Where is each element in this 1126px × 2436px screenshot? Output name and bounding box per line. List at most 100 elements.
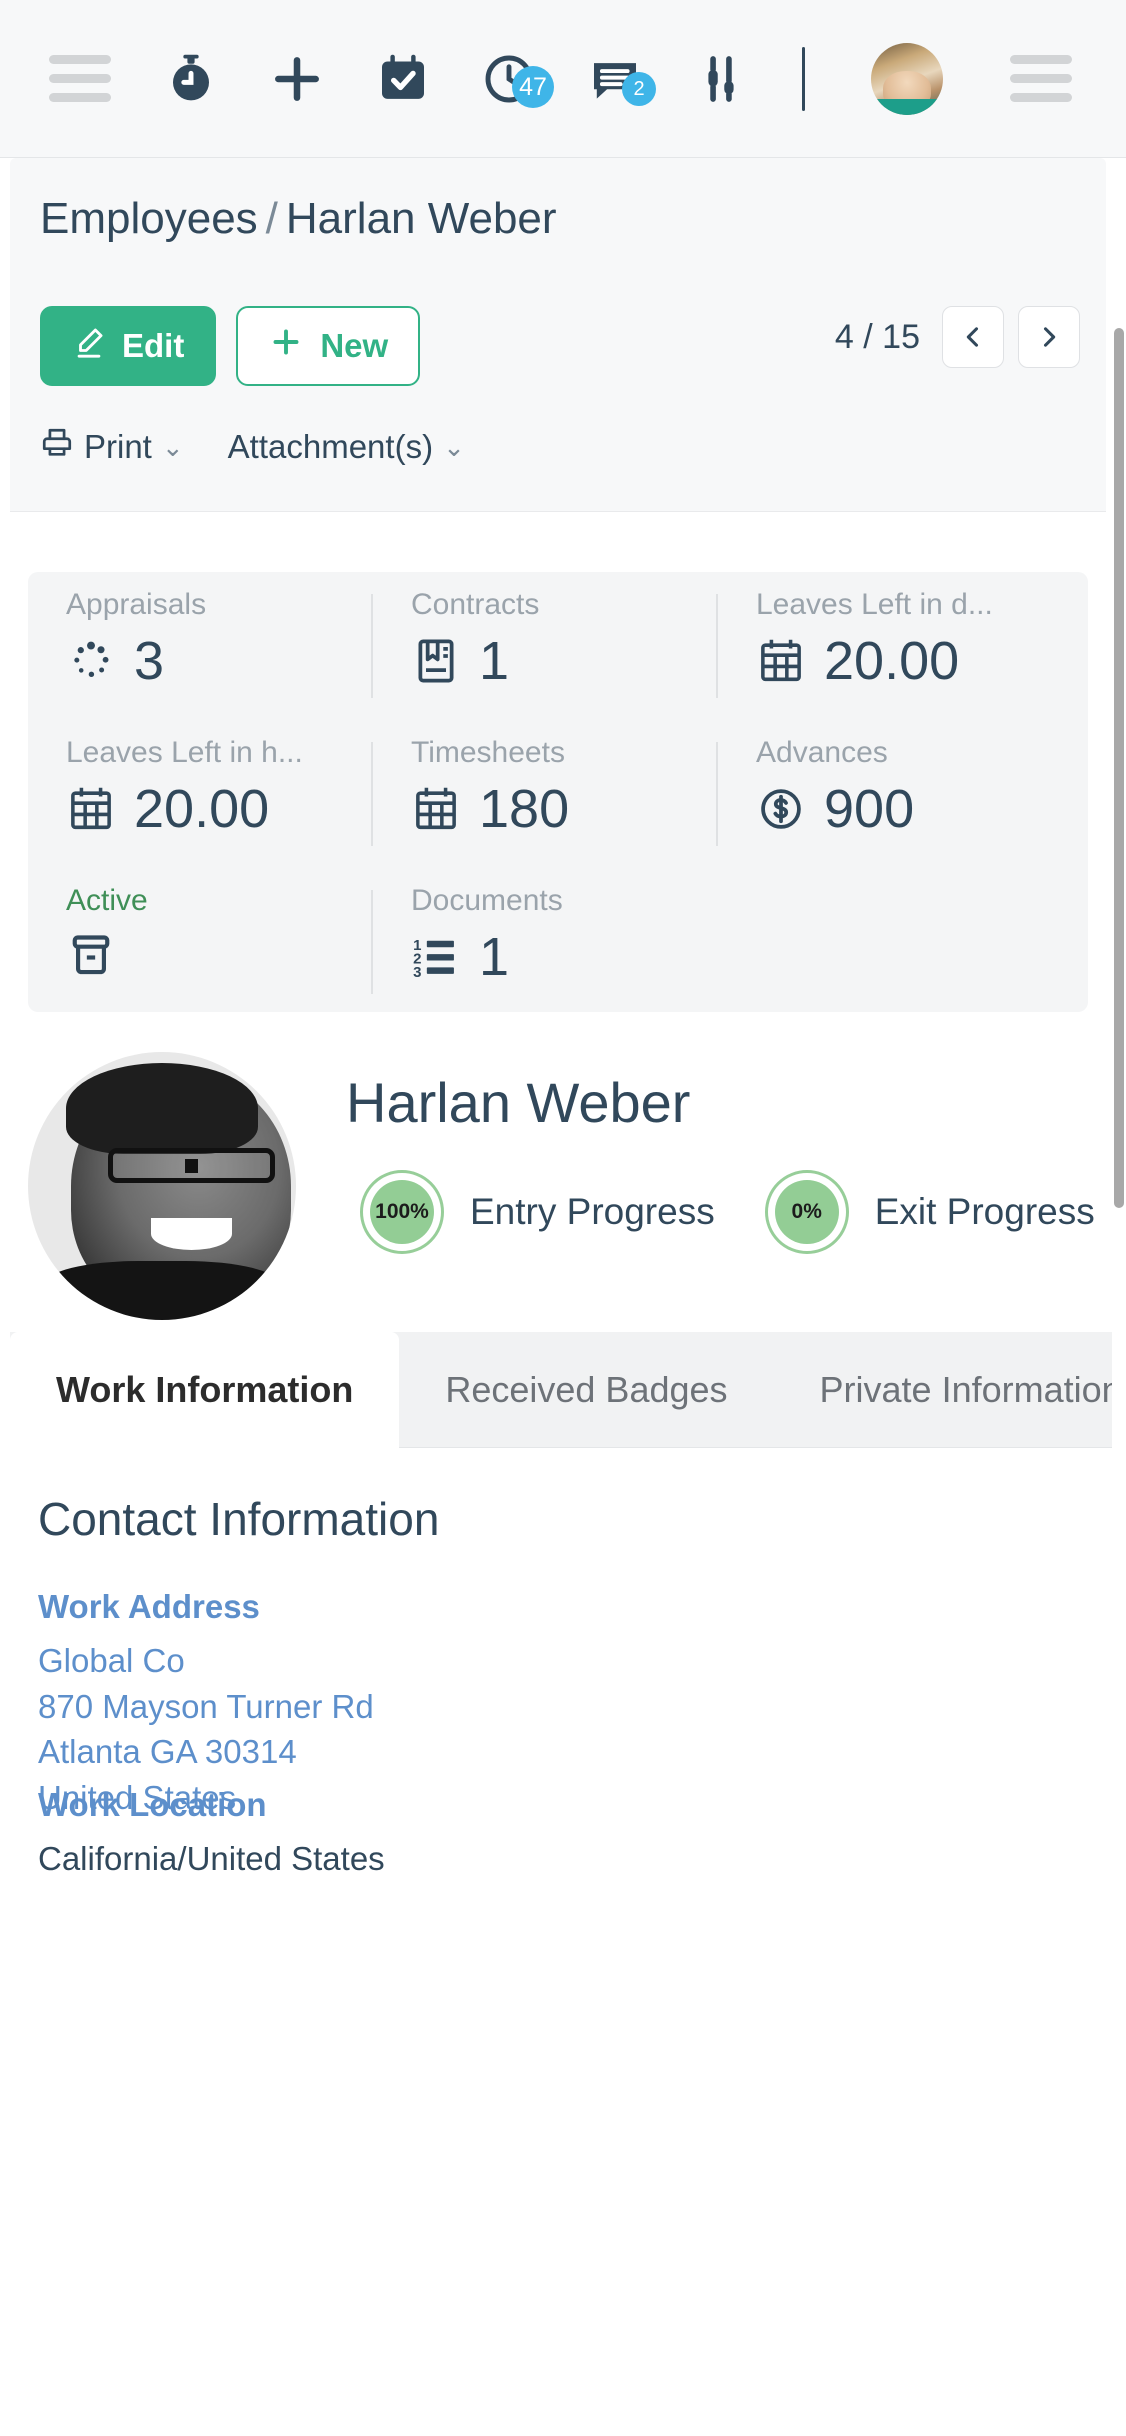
page-body: Employees / Harlan Weber Edit New 4 / 15… (0, 158, 1126, 2436)
stat-value: 20.00 (824, 631, 960, 691)
hamburger-menu-icon-right[interactable] (1010, 55, 1072, 102)
new-button[interactable]: New (236, 306, 421, 386)
edit-button[interactable]: Edit (40, 306, 217, 386)
chevron-down-icon: ⌄ (443, 431, 465, 462)
numbered-list-icon: 1 2 3 (411, 932, 461, 982)
control-panel: Employees / Harlan Weber Edit New 4 / 15… (10, 158, 1106, 512)
navbar-left (0, 55, 160, 102)
navbar-right (956, 55, 1126, 102)
stat-label: Active (66, 884, 148, 917)
sliders-icon[interactable] (690, 48, 752, 110)
entry-progress-label: Entry Progress (470, 1191, 715, 1232)
print-label: Print (84, 428, 152, 465)
breadcrumb-parent[interactable]: Employees (40, 194, 258, 243)
new-button-label: New (320, 327, 389, 364)
stat-cell-leaves-left-hours[interactable]: Leaves Left in h... 20.00 (28, 720, 373, 868)
plus-icon[interactable] (266, 48, 328, 110)
pencil-icon (72, 325, 106, 367)
pager-next-button[interactable] (1018, 306, 1080, 368)
breadcrumb-separator: / (265, 194, 278, 243)
print-menu[interactable]: Print ⌄ (40, 426, 184, 468)
app-screen: 47 2 Employees / Harlan Weber Edit New 4… (0, 0, 1126, 2436)
stat-label: Timesheets (411, 736, 565, 769)
work-address-line: Global Co (38, 1642, 185, 1679)
chevron-down-icon: ⌄ (161, 431, 184, 462)
tab-work-information[interactable]: Work Information (10, 1332, 400, 1448)
calendar-grid-icon (411, 784, 461, 834)
stat-cell-leaves-left-days[interactable]: Leaves Left in d... 20.00 (718, 572, 1063, 720)
stat-cell-empty (718, 868, 1063, 1016)
work-address-line: Atlanta GA 30314 (38, 1733, 297, 1771)
navbar-divider (802, 46, 805, 111)
pager-prev-button[interactable] (942, 306, 1004, 368)
pager-count: 4 / 15 (834, 317, 920, 356)
progress-row: 100% Entry Progress 0% Exit Progress (360, 1170, 1119, 1254)
stat-value: 900 (824, 779, 915, 839)
stat-value: 20.00 (134, 779, 270, 839)
breadcrumb: Employees / Harlan Weber (40, 194, 557, 244)
record-pager: 4 / 15 (835, 306, 1080, 368)
work-address-label[interactable]: Work Address (38, 1588, 374, 1626)
attachments-menu[interactable]: Attachment(s) ⌄ (228, 428, 465, 466)
stat-row: Leaves Left in h... 20.00 Timesheets 180… (28, 720, 1088, 868)
clock-icon[interactable]: 47 (478, 48, 554, 110)
printer-icon (40, 426, 74, 468)
stat-label: Contracts (411, 588, 540, 621)
employee-name: Harlan Weber (346, 1071, 691, 1134)
stat-cell-advances[interactable]: Advances 900 (718, 720, 1063, 868)
entry-progress-value: 100% (370, 1180, 434, 1244)
employee-photo[interactable] (28, 1052, 296, 1320)
svg-text:3: 3 (413, 964, 421, 981)
navbar-icon-group: 47 2 (160, 42, 956, 115)
work-address-line: 870 Mayson Turner Rd (38, 1687, 374, 1725)
vertical-scrollbar[interactable] (1112, 316, 1126, 2436)
stat-cell-timesheets[interactable]: Timesheets 180 (373, 720, 718, 868)
stat-row: Active Documents 1 2 3 1 (28, 868, 1088, 1016)
hamburger-menu-icon[interactable] (49, 55, 111, 102)
plus-icon (268, 324, 304, 368)
employee-header: Harlan Weber 100% Entry Progress 0% Exit… (0, 1042, 1126, 1332)
edit-button-label: Edit (122, 327, 185, 364)
work-location-value: California/United States (38, 1840, 385, 1877)
attachments-label: Attachment(s) (227, 428, 434, 465)
clock-badge-count: 47 (512, 65, 554, 108)
exit-progress-value: 0% (774, 1180, 839, 1244)
stat-button-panel: Appraisals 3 Contracts 1 Leaves Left in … (28, 572, 1088, 1012)
exit-progress-ring: 0% (764, 1170, 849, 1254)
contract-book-icon (411, 636, 461, 686)
calendar-grid-icon (66, 784, 116, 834)
stat-row: Appraisals 3 Contracts 1 Leaves Left in … (28, 572, 1088, 720)
stat-cell-documents[interactable]: Documents 1 2 3 1 (373, 868, 718, 1016)
calendar-check-icon[interactable] (372, 48, 434, 110)
avatar[interactable] (871, 42, 943, 115)
section-title-contact-information: Contact Information (38, 1493, 440, 1545)
tab-private-information[interactable]: Private Information (774, 1332, 1126, 1447)
stat-label: Advances (756, 736, 888, 769)
stat-cell-contracts[interactable]: Contracts 1 (373, 572, 718, 720)
spinner-dots-icon (66, 636, 116, 686)
chat-messages-icon[interactable]: 2 (584, 48, 656, 110)
action-button-row: Edit New (40, 306, 421, 386)
stat-cell-appraisals[interactable]: Appraisals 3 (28, 572, 373, 720)
stat-value: 1 (479, 927, 510, 987)
archive-box-icon (66, 930, 116, 980)
stat-value: 3 (134, 631, 165, 691)
dollar-circle-icon (756, 784, 806, 834)
exit-progress-label: Exit Progress (874, 1191, 1095, 1232)
stopwatch-icon[interactable] (160, 48, 222, 110)
scrollbar-thumb[interactable] (1114, 328, 1124, 1208)
entry-progress-ring: 100% (360, 1170, 444, 1254)
calendar-grid-icon (756, 636, 806, 686)
tab-bar: Work Information Received Badges Private… (10, 1332, 1126, 1448)
secondary-action-row: Print ⌄ Attachment(s) ⌄ (40, 426, 465, 468)
stat-value: 1 (479, 631, 510, 691)
top-navbar: 47 2 (0, 0, 1126, 158)
stat-value: 180 (479, 779, 570, 839)
breadcrumb-current: Harlan Weber (285, 194, 557, 243)
tab-received-badges[interactable]: Received Badges (399, 1332, 773, 1447)
field-group-work-location: Work Location California/United States (38, 1786, 385, 1882)
stat-cell-active[interactable]: Active (28, 868, 373, 1016)
tab-content-work-information: Contact Information Work Address Global … (10, 1448, 1126, 2348)
stat-label: Documents (411, 884, 563, 917)
work-location-label[interactable]: Work Location (38, 1786, 385, 1824)
